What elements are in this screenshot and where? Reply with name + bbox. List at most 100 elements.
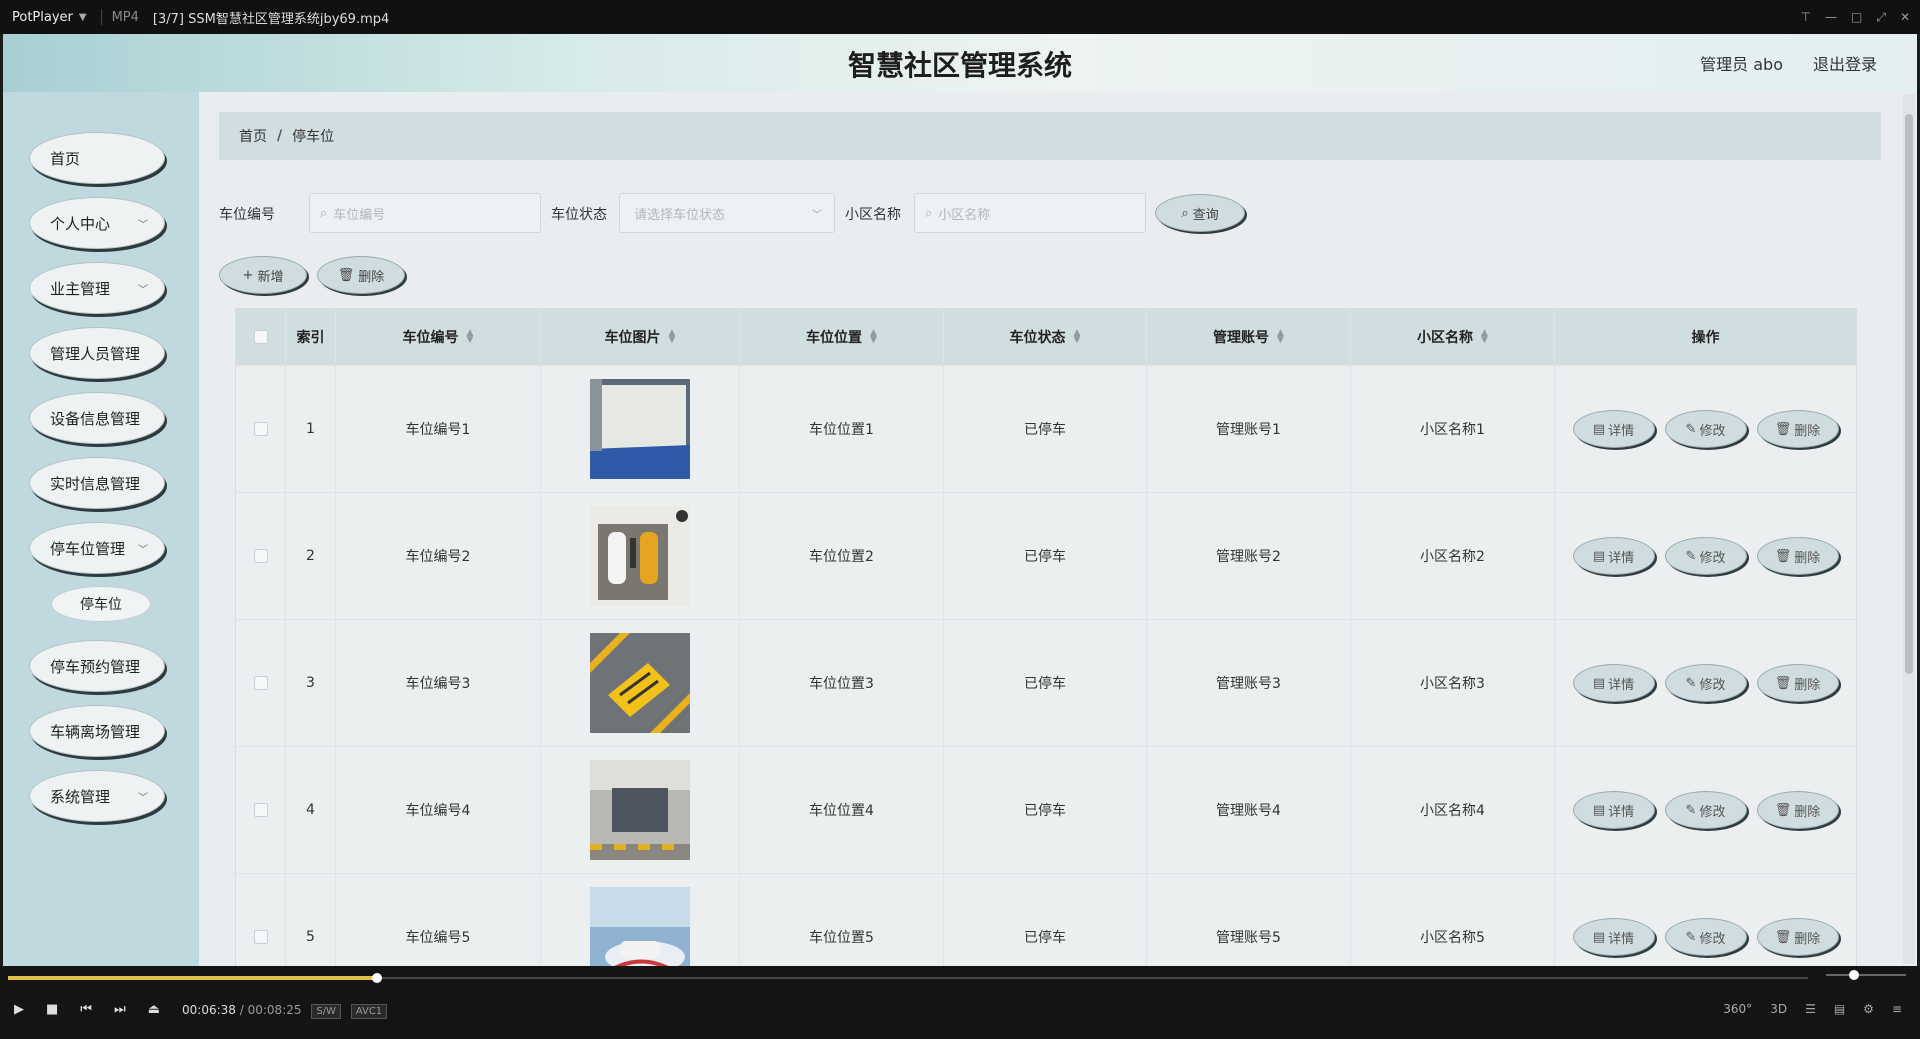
search-input-community[interactable]: ⌕ 小区名称 (914, 193, 1146, 233)
row-checkbox[interactable] (253, 930, 268, 944)
sidebar-item-system[interactable]: 系统管理 ﹀ (29, 770, 165, 822)
volume-handle[interactable] (1849, 970, 1859, 980)
parking-image[interactable] (590, 887, 690, 966)
chevron-down-icon[interactable]: ▼ (79, 12, 87, 23)
player-app-name[interactable]: PotPlayer (12, 10, 73, 25)
eject-icon[interactable]: ⏏ (148, 1002, 160, 1017)
time-separator: / (239, 1002, 244, 1017)
vr-360-button[interactable]: 360° (1723, 1002, 1752, 1016)
sort-icon[interactable]: ▲ ▼ (1277, 329, 1284, 345)
delete-button[interactable]: 🗑 删除 (1756, 664, 1839, 702)
format-label: MP4 (111, 9, 139, 25)
stop-icon[interactable]: ■ (46, 1002, 58, 1017)
close-icon[interactable]: ✕ (1900, 10, 1910, 24)
fullscreen-icon[interactable]: ⤢ (1876, 10, 1886, 25)
edit-button[interactable]: ✎ 修改 (1664, 410, 1747, 448)
chevron-down-icon: ﹀ (812, 210, 822, 221)
search-input-code[interactable]: ⌕ 车位编号 (309, 193, 541, 233)
sidebar-item-owners[interactable]: 业主管理 ﹀ (29, 262, 165, 314)
logout-link[interactable]: 退出登录 (1813, 51, 1877, 75)
detail-button[interactable]: ▤ 详情 (1572, 918, 1655, 956)
seek-bar[interactable] (8, 973, 1808, 983)
row-checkbox[interactable] (253, 676, 268, 690)
header-location[interactable]: 车位位置 ▲ ▼ (740, 309, 944, 365)
sidebar-item-personal-center[interactable]: 个人中心 ﹀ (29, 197, 165, 249)
header-code[interactable]: 车位编号 ▲ ▼ (336, 309, 541, 365)
row-checkbox[interactable] (253, 549, 268, 563)
next-icon[interactable]: ⏭ (114, 1002, 126, 1017)
detail-button[interactable]: ▤ 详情 (1572, 791, 1655, 829)
sidebar-item-departures[interactable]: 车辆离场管理 (29, 705, 165, 757)
codec-tag[interactable]: AVC1 (350, 1003, 388, 1019)
header-image[interactable]: 车位图片 ▲ ▼ (541, 309, 740, 365)
sort-icon[interactable]: ▲ ▼ (669, 329, 676, 345)
maximize-icon[interactable]: □ (1851, 10, 1862, 24)
sidebar-item-label: 管理人员管理 (50, 344, 141, 363)
sidebar-item-home[interactable]: 首页 (29, 132, 165, 184)
sort-icon[interactable]: ▲ ▼ (1074, 329, 1081, 345)
minimize-icon[interactable]: — (1825, 10, 1837, 24)
edit-button-label: 修改 (1699, 931, 1726, 947)
header-community[interactable]: 小区名称 ▲ ▼ (1351, 309, 1555, 365)
status-select[interactable]: 请选择车位状态 ﹀ (619, 193, 835, 233)
pin-icon[interactable]: ⊤ (1801, 10, 1811, 24)
detail-button[interactable]: ▤ 详情 (1572, 410, 1655, 448)
sidebar-item-reservations[interactable]: 停车预约管理 (29, 640, 165, 692)
edit-button[interactable]: ✎ 修改 (1664, 918, 1747, 956)
detail-button[interactable]: ▤ 详情 (1572, 664, 1655, 702)
edit-button[interactable]: ✎ 修改 (1664, 664, 1747, 702)
cell-community: 小区名称5 (1351, 874, 1555, 966)
trash-icon: 🗑 (1774, 802, 1792, 818)
breadcrumb-separator: / (277, 128, 283, 144)
parking-image[interactable] (590, 379, 690, 479)
previous-icon[interactable]: ⏮ (80, 1002, 92, 1017)
menu-icon[interactable]: ≡ (1892, 1002, 1902, 1016)
sidebar-item-parking[interactable]: 停车位管理 ﹀ (29, 522, 165, 574)
sidebar-item-realtime[interactable]: 实时信息管理 (29, 457, 165, 509)
parking-image[interactable] (590, 506, 690, 606)
cell-actions: ▤ 详情 ✎ 修改 🗑 删除 (1555, 747, 1856, 873)
trash-icon: 🗑 (337, 267, 355, 283)
scrollbar-thumb[interactable] (1905, 114, 1913, 674)
doc-icon: ▤ (1592, 421, 1606, 437)
detail-button[interactable]: ▤ 详情 (1572, 537, 1655, 575)
3d-button[interactable]: 3D (1770, 1002, 1787, 1016)
playlist-icon[interactable]: ☰ (1805, 1002, 1816, 1016)
gear-icon[interactable]: ⚙ (1863, 1002, 1874, 1016)
page-scrollbar[interactable] (1903, 94, 1915, 964)
delete-button[interactable]: 🗑 删除 (1756, 791, 1839, 829)
header-status[interactable]: 车位状态 ▲ ▼ (944, 309, 1147, 365)
search-label-community: 小区名称 (845, 207, 901, 223)
detail-button-label: 详情 (1608, 423, 1635, 439)
cell-code: 车位编号1 (336, 366, 541, 492)
edit-button[interactable]: ✎ 修改 (1664, 537, 1747, 575)
decoder-tag[interactable]: S/W (311, 1003, 341, 1019)
query-button[interactable]: ⌕ 查询 (1155, 194, 1245, 232)
cell-image (541, 493, 740, 619)
sort-icon[interactable]: ▲ ▼ (467, 329, 474, 345)
select-all-checkbox[interactable] (253, 330, 268, 344)
delete-button[interactable]: 🗑 删除 (1756, 918, 1839, 956)
sort-icon[interactable]: ▲ ▼ (870, 329, 877, 345)
play-icon[interactable]: ▶ (14, 1002, 24, 1017)
sidebar-item-devices[interactable]: 设备信息管理 (29, 392, 165, 444)
sidebar-item-staff[interactable]: 管理人员管理 (29, 327, 165, 379)
delete-button[interactable]: 🗑 删除 (1756, 537, 1839, 575)
row-checkbox[interactable] (253, 422, 268, 436)
parking-image[interactable] (590, 760, 690, 860)
table-row: 2 车位编号2 车位位置2 已停车 管理账号2 小区名称2 ▤ 详情 ✎ 修改 … (236, 492, 1856, 619)
header-account[interactable]: 管理账号 ▲ ▼ (1147, 309, 1351, 365)
add-button[interactable]: + 新增 (219, 256, 307, 294)
sidebar-subitem-parking-space[interactable]: 停车位 (51, 586, 151, 622)
row-checkbox[interactable] (253, 803, 268, 817)
detail-button-label: 详情 (1608, 550, 1635, 566)
sort-icon[interactable]: ▲ ▼ (1481, 329, 1488, 345)
subtitle-icon[interactable]: ▤ (1834, 1002, 1845, 1016)
seek-handle[interactable] (372, 973, 382, 983)
delete-button[interactable]: 🗑 删除 (1756, 410, 1839, 448)
edit-button[interactable]: ✎ 修改 (1664, 791, 1747, 829)
volume-slider[interactable] (1826, 970, 1906, 980)
parking-image[interactable] (590, 633, 690, 733)
breadcrumb-home[interactable]: 首页 (239, 126, 267, 146)
batch-delete-button[interactable]: 🗑 删除 (317, 256, 405, 294)
